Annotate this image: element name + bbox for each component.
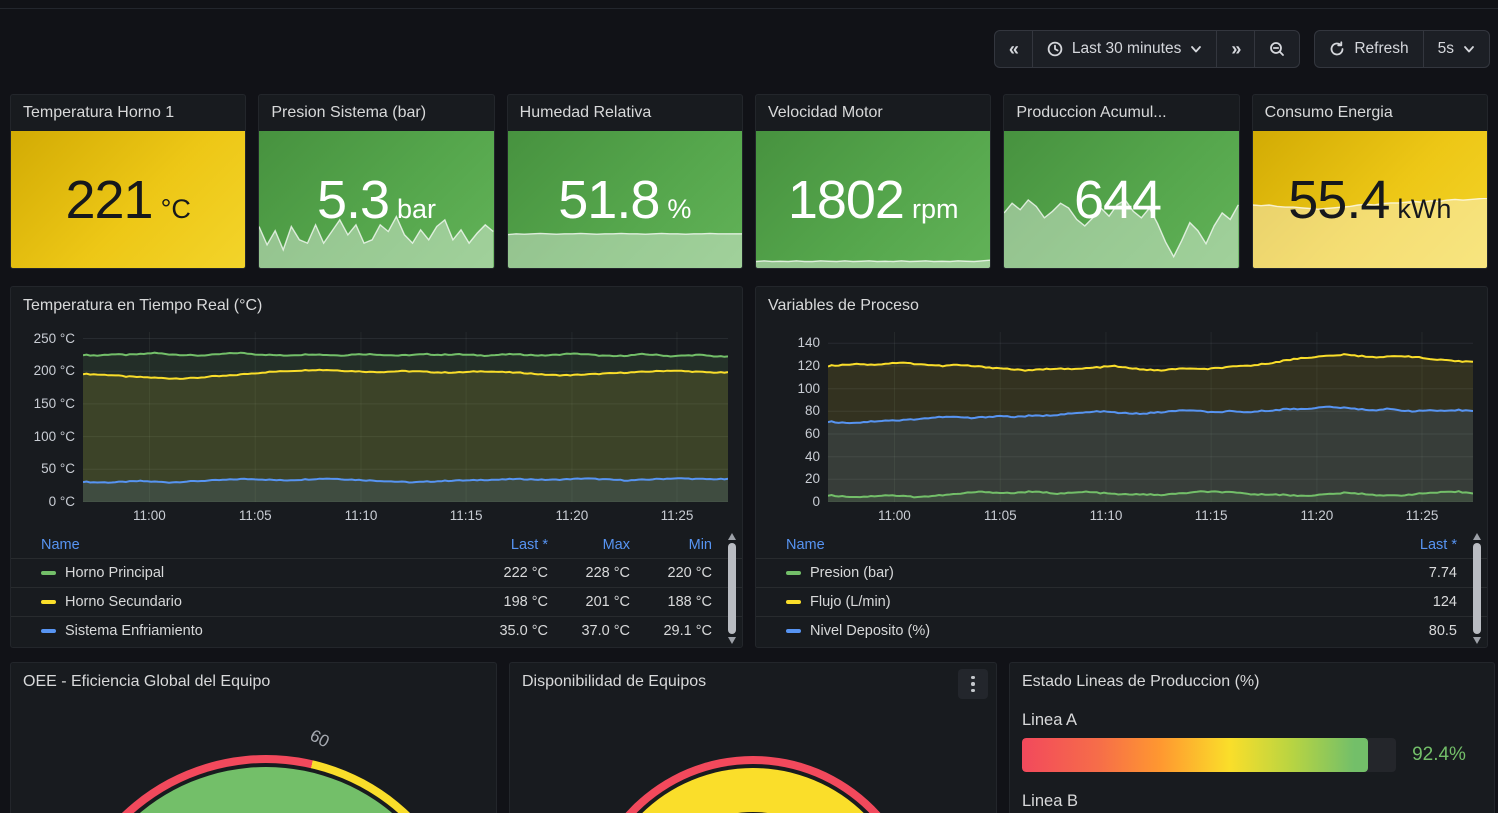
legend-col-name[interactable]: Name [41, 537, 466, 553]
legend-col-max[interactable]: Max [548, 537, 630, 553]
bar-gauge-track [1022, 738, 1396, 772]
panel-title[interactable]: Estado Lineas de Produccion (%) [1010, 663, 1494, 691]
legend-row: Presion (bar) 7.74 [756, 558, 1487, 587]
refresh-controls: Refresh 5s [1314, 30, 1490, 68]
panel-title[interactable]: Produccion Acumul... [1004, 95, 1238, 122]
legend-col-name[interactable]: Name [786, 537, 1361, 553]
time-range-label: Last 30 minutes [1072, 40, 1181, 58]
dashboard-toolbar: « Last 30 minutes » Refresh 5s [0, 30, 1490, 68]
chevron-down-icon [1463, 43, 1475, 55]
panel-title[interactable]: Disponibilidad de Equipos [510, 663, 996, 691]
zoom-out-button[interactable] [1254, 31, 1299, 67]
series-color-marker [786, 600, 801, 605]
panel-title[interactable]: Humedad Relativa [508, 95, 742, 122]
gauge-threshold-label: 60 [306, 726, 332, 752]
disponibilidad-gauge [582, 756, 924, 813]
stat-value: 5.3bar [317, 169, 436, 231]
legend-col-last[interactable]: Last * [1361, 537, 1457, 553]
legend-row: Sistema Enfriamiento 35.0 °C 37.0 °C 29.… [11, 616, 742, 645]
panel-title[interactable]: Consumo Energia [1253, 95, 1487, 122]
stat-panel-consumo-energia: Consumo Energia 55.4kWh [1252, 94, 1488, 269]
stat-value: 55.4kWh [1288, 169, 1451, 231]
y-axis: 140120100806040200 [756, 332, 828, 502]
legend-header: Name Last * Max Min [11, 531, 742, 558]
stat-value: 1802rpm [788, 169, 959, 231]
stat-value: 221°C [65, 169, 190, 231]
series-color-marker [786, 629, 801, 634]
legend-row: Nivel Deposito (%) 80.5 [756, 616, 1487, 645]
x-axis: 11:0011:0511:1011:1511:2011:25 [828, 502, 1473, 529]
scroll-up-icon[interactable] [1473, 533, 1481, 540]
stat-panel-presion-sistema: Presion Sistema (bar) 5.3bar [258, 94, 494, 269]
chevron-down-icon [1190, 43, 1202, 55]
refresh-interval-picker[interactable]: 5s [1423, 31, 1489, 67]
panel-title[interactable]: OEE - Eficiencia Global del Equipo [11, 663, 496, 691]
panel-title[interactable]: Presion Sistema (bar) [259, 95, 493, 122]
refresh-icon [1329, 41, 1345, 57]
stat-panel-temperatura-horno: Temperatura Horno 1 221°C [10, 94, 246, 269]
refresh-button[interactable]: Refresh [1315, 31, 1422, 67]
scroll-down-icon[interactable] [1473, 637, 1481, 644]
series-color-marker [41, 571, 56, 576]
legend-scrollbar[interactable] [1472, 533, 1482, 644]
time-shift-forward-button[interactable]: » [1216, 31, 1254, 67]
time-controls: « Last 30 minutes » [994, 30, 1300, 68]
panel-variables-proceso: Variables de Proceso 140120100806040200 … [755, 286, 1488, 648]
panel-menu-button[interactable] [958, 669, 988, 699]
stat-panel-velocidad-motor: Velocidad Motor 1802rpm [755, 94, 991, 269]
panel-disponibilidad-gauge: Disponibilidad de Equipos [509, 662, 997, 813]
time-shift-back-button[interactable]: « [995, 31, 1032, 67]
stat-panel-produccion-acumulada: Produccion Acumul... 644 [1003, 94, 1239, 269]
clock-icon [1047, 41, 1063, 57]
series-color-marker [41, 600, 56, 605]
legend-table: Name Last * Presion (bar) 7.74 Flujo (L/… [756, 531, 1487, 645]
legend-col-min[interactable]: Min [630, 537, 712, 553]
line-chart [828, 332, 1473, 502]
plot-canvas[interactable]: 11:0011:0511:1011:1511:2011:25 [828, 332, 1473, 529]
plot-canvas[interactable]: 11:0011:0511:1011:1511:2011:25 [83, 332, 728, 529]
stat-panel-humedad-relativa: Humedad Relativa 51.8% [507, 94, 743, 269]
scrollbar-thumb[interactable] [1473, 543, 1481, 634]
sparkline [756, 255, 990, 268]
scroll-up-icon[interactable] [728, 533, 736, 540]
panel-title[interactable]: Temperatura en Tiempo Real (°C) [11, 287, 742, 315]
bar-gauge-label: Linea B [1022, 792, 1482, 811]
legend-table: Name Last * Max Min Horno Principal 222 … [11, 531, 742, 645]
legend-row: Horno Principal 222 °C 228 °C 220 °C [11, 558, 742, 587]
zoom-out-icon [1269, 41, 1285, 57]
panel-temperatura-tiempo-real: Temperatura en Tiempo Real (°C) 250 °C20… [10, 286, 743, 648]
stat-panels-row: Temperatura Horno 1 221°C Presion Sistem… [10, 94, 1488, 269]
chart-area: 140120100806040200 11:0011:0511:1011:151… [756, 332, 1487, 529]
top-nav-edge [0, 0, 1498, 9]
legend-col-last[interactable]: Last * [466, 537, 548, 553]
timeseries-row: Temperatura en Tiempo Real (°C) 250 °C20… [10, 286, 1488, 648]
bar-gauge-group: Linea A 92.4% Linea B [1010, 711, 1494, 811]
panel-oee-gauge: OEE - Eficiencia Global del Equipo 60 [10, 662, 497, 813]
time-range-picker[interactable]: Last 30 minutes [1032, 31, 1216, 67]
legend-row: Flujo (L/min) 124 [756, 587, 1487, 616]
panel-title[interactable]: Variables de Proceso [756, 287, 1487, 315]
stat-value: 51.8% [558, 169, 691, 231]
bar-gauge-value: 92.4% [1396, 744, 1482, 766]
scroll-down-icon[interactable] [728, 637, 736, 644]
series-color-marker [786, 571, 801, 576]
series-color-marker [41, 629, 56, 634]
bar-gauge-label: Linea A [1022, 711, 1482, 730]
legend-header: Name Last * [756, 531, 1487, 558]
bar-gauge-fill [1022, 738, 1368, 772]
y-axis: 250 °C200 °C150 °C100 °C50 °C0 °C [11, 332, 83, 502]
panel-title[interactable]: Velocidad Motor [756, 95, 990, 122]
legend-scrollbar[interactable] [727, 533, 737, 644]
scrollbar-thumb[interactable] [728, 543, 736, 634]
line-chart [83, 332, 728, 502]
legend-row: Horno Secundario 198 °C 201 °C 188 °C [11, 587, 742, 616]
panel-estado-lineas: Estado Lineas de Produccion (%) Linea A … [1009, 662, 1495, 813]
panel-title[interactable]: Temperatura Horno 1 [11, 95, 245, 122]
chart-area: 250 °C200 °C150 °C100 °C50 °C0 °C 11:001… [11, 332, 742, 529]
bottom-panels-row: OEE - Eficiencia Global del Equipo 60 Di… [10, 662, 1488, 813]
sparkline [508, 230, 742, 268]
oee-gauge [58, 755, 474, 813]
x-axis: 11:0011:0511:1011:1511:2011:25 [83, 502, 728, 529]
stat-value: 644 [1074, 169, 1169, 231]
